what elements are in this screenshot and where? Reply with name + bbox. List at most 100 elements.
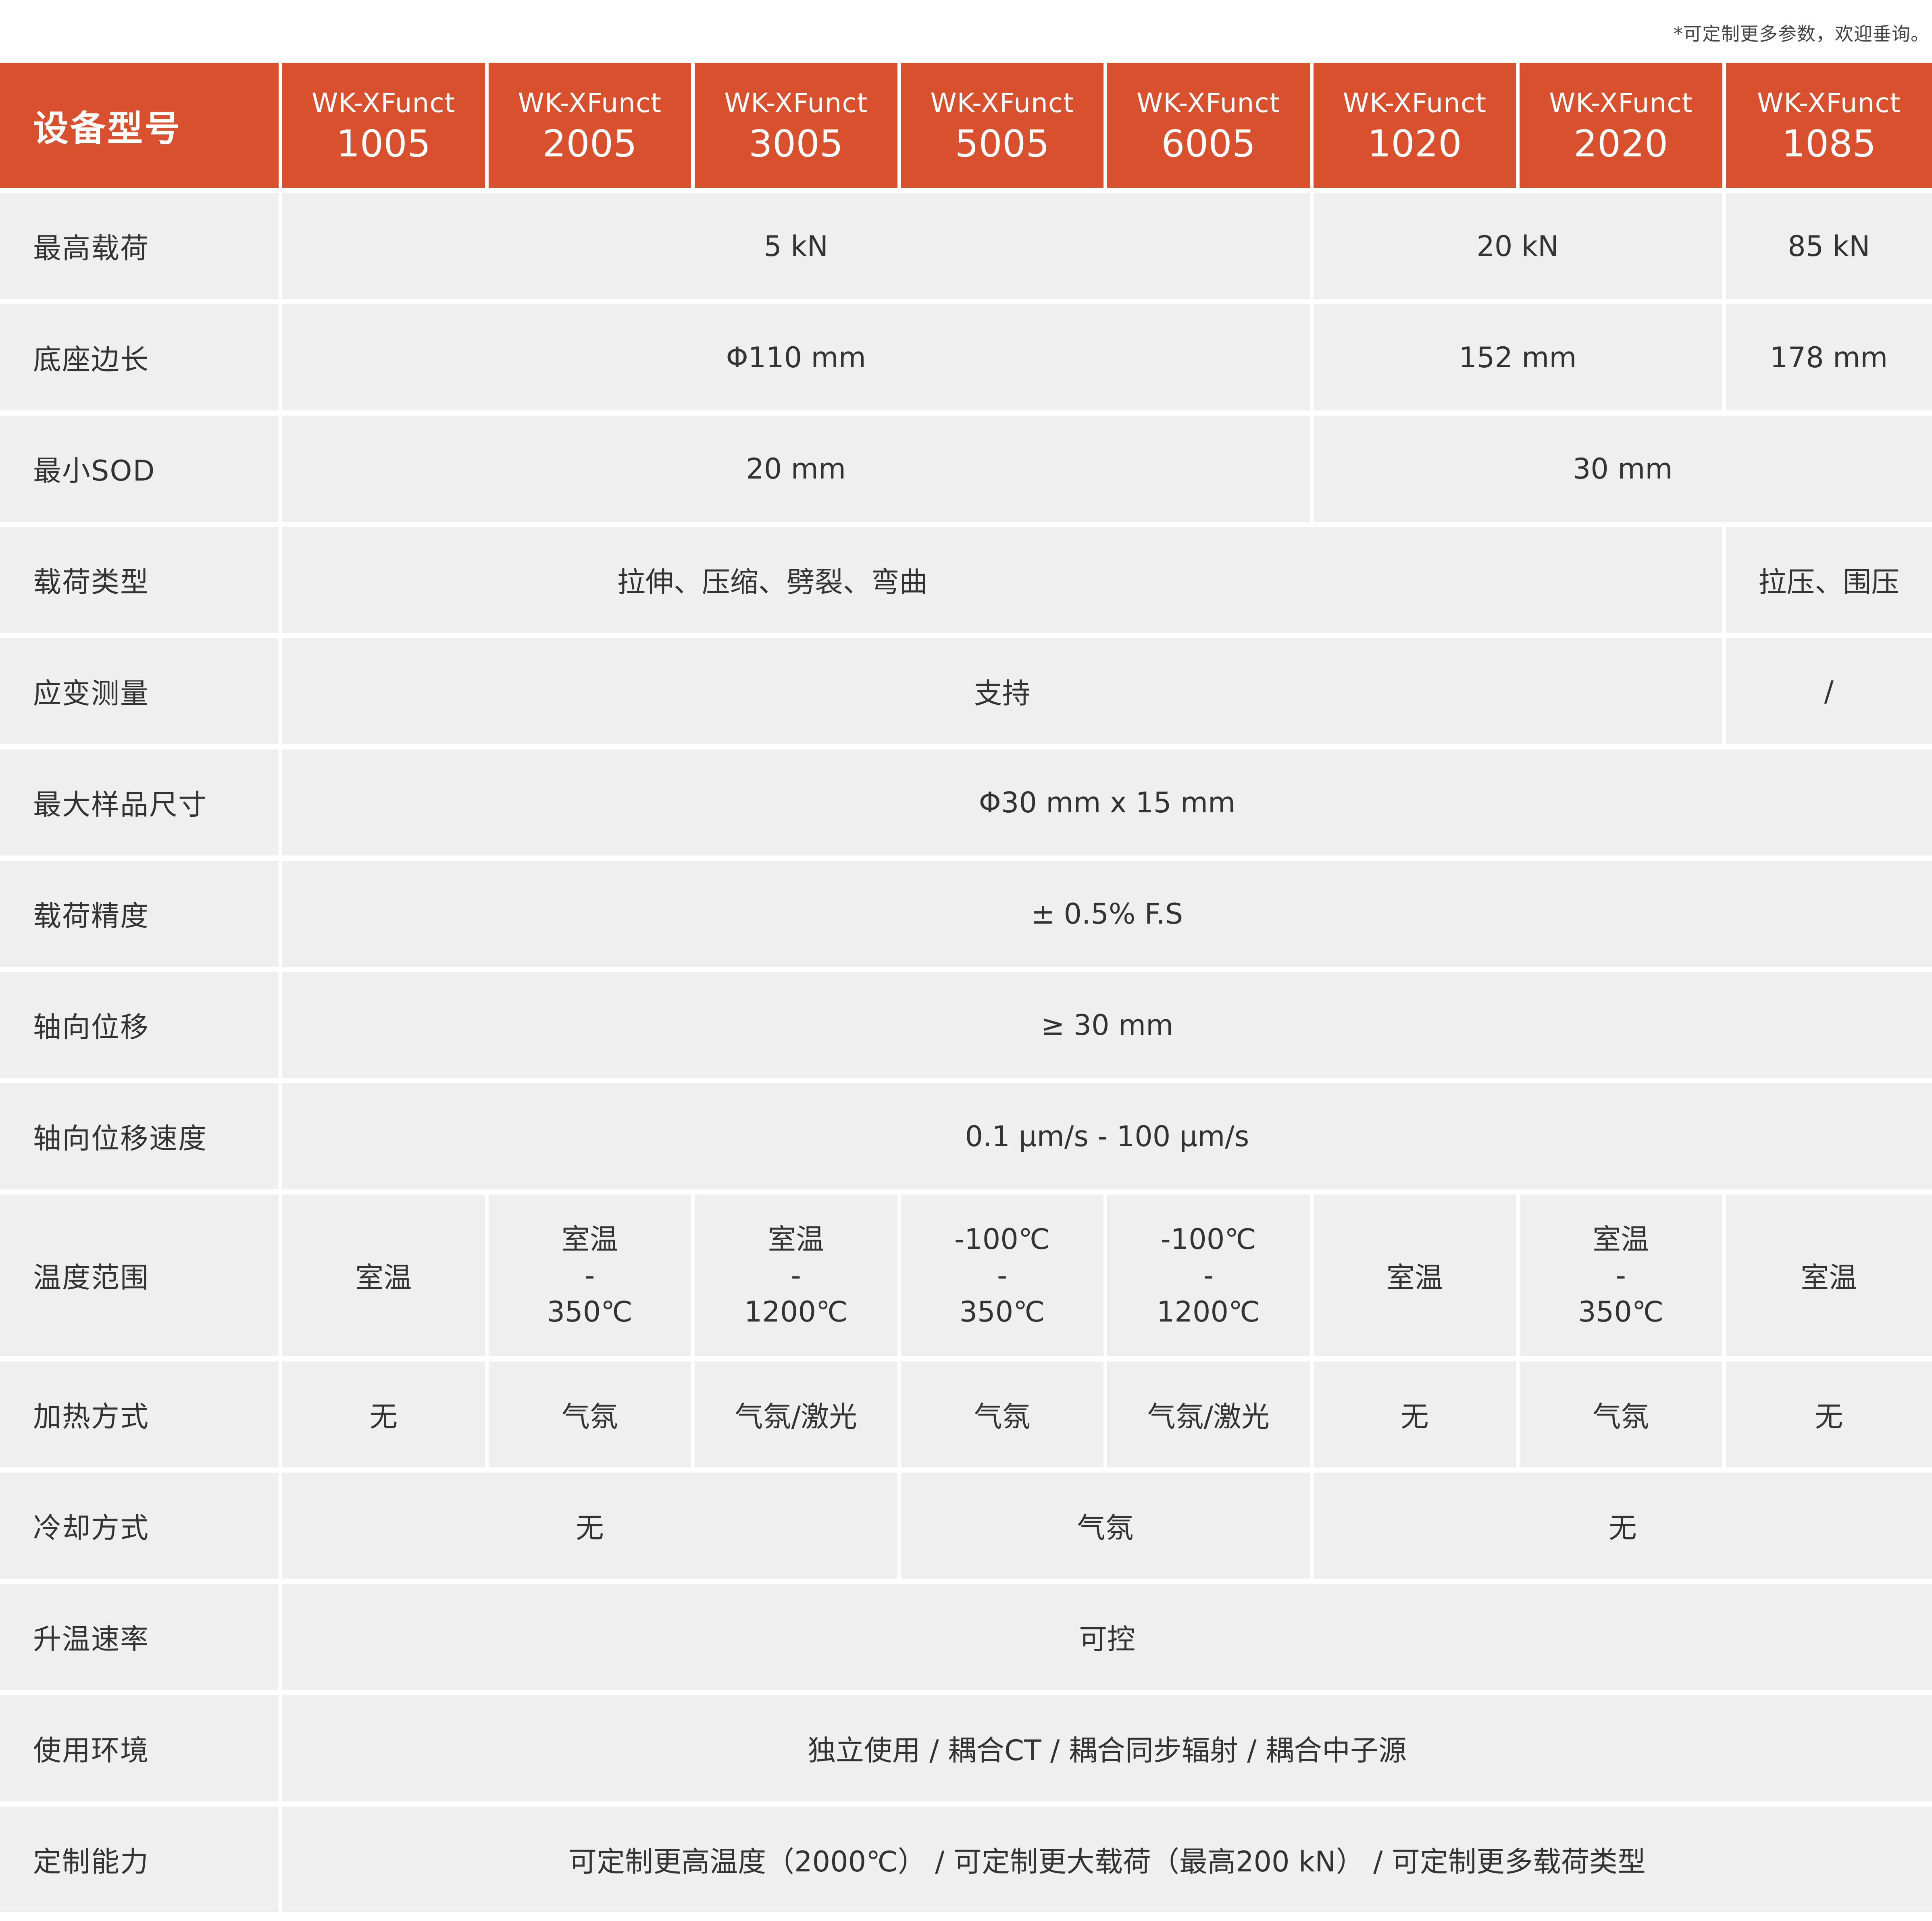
model-number: 6005	[1161, 122, 1256, 165]
row-cooling-method: 冷却方式 无 气氛 无	[0, 1473, 1932, 1584]
row-environment: 使用环境 独立使用 / 耦合CT / 耦合同步辐射 / 耦合中子源	[0, 1695, 1932, 1807]
row-label: 最大样品尺寸	[0, 749, 282, 861]
table-cell: 无	[1726, 1361, 1932, 1473]
row-strain: 应变测量 支持 /	[0, 638, 1932, 749]
row-min-sod: 最小SOD 20 mm 30 mm	[0, 416, 1932, 527]
row-max-sample: 最大样品尺寸 Φ30 mm x 15 mm	[0, 749, 1932, 861]
temp-dash: -	[791, 1259, 801, 1292]
temp-high: 350℃	[959, 1295, 1045, 1328]
table-cell: 气氛	[488, 1361, 695, 1473]
model-number: 1020	[1367, 122, 1462, 165]
table-cell: -100℃ - 350℃	[901, 1195, 1107, 1361]
model-header-3005: WK-XFunct 3005	[695, 63, 901, 193]
spec-table: 设备型号 WK-XFunct 1005 WK-XFunct 2005 WK-XFun…	[0, 63, 1932, 1912]
temp-low: -100℃	[1160, 1222, 1256, 1256]
model-prefix: WK-XFunct	[1549, 87, 1693, 119]
row-label: 应变测量	[0, 638, 282, 749]
row-label: 加热方式	[0, 1361, 282, 1473]
temp-dash: -	[1203, 1259, 1214, 1292]
model-number: 2020	[1574, 122, 1668, 165]
table-cell: 室温	[1313, 1195, 1520, 1361]
row-label: 温度范围	[0, 1195, 282, 1361]
temp-low: -100℃	[954, 1222, 1050, 1256]
temp-dash: -	[1616, 1259, 1626, 1292]
row-heating-rate: 升温速率 可控	[0, 1584, 1932, 1695]
table-cell: 0.1 μm/s - 100 μm/s	[282, 1083, 1932, 1195]
table-cell: 可控	[282, 1584, 1932, 1695]
model-number: 1005	[336, 122, 431, 165]
model-prefix: WK-XFunct	[518, 87, 662, 119]
table-cell: 无	[282, 1473, 901, 1584]
row-label: 轴向位移	[0, 972, 282, 1083]
table-cell: 5 kN	[282, 193, 1314, 304]
model-prefix: WK-XFunct	[1343, 87, 1487, 119]
row-label: 最小SOD	[0, 416, 282, 527]
model-header-5005: WK-XFunct 5005	[901, 63, 1107, 193]
temp-high: 350℃	[547, 1295, 633, 1328]
row-label: 轴向位移速度	[0, 1083, 282, 1195]
table-cell: 气氛/激光	[1107, 1361, 1314, 1473]
table-cell: ≥ 30 mm	[282, 972, 1932, 1083]
row-temperature-range: 温度范围 室温 室温 - 350℃ 室温 - 1200℃ -100℃ - 350…	[0, 1195, 1932, 1361]
table-cell: 气氛	[901, 1361, 1107, 1473]
model-number: 2005	[542, 122, 637, 165]
table-cell: 178 mm	[1726, 304, 1932, 416]
table-cell: 可定制更高温度（2000℃） / 可定制更大载荷（最高200 kN） / 可定制…	[282, 1807, 1932, 1912]
row-label: 定制能力	[0, 1807, 282, 1912]
table-cell: 20 kN	[1313, 193, 1726, 304]
model-number: 5005	[955, 122, 1049, 165]
table-cell: /	[1726, 638, 1932, 749]
table-cell: 无	[1313, 1361, 1520, 1473]
table-cell: -100℃ - 1200℃	[1107, 1195, 1314, 1361]
model-header-1005: WK-XFunct 1005	[282, 63, 489, 193]
temp-high: 1200℃	[1156, 1295, 1260, 1328]
temp-low: 室温	[561, 1222, 618, 1256]
temp-high: 350℃	[1578, 1295, 1664, 1328]
table-cell: Φ110 mm	[282, 304, 1314, 416]
row-label: 冷却方式	[0, 1473, 282, 1584]
custom-params-note: *可定制更多参数，欢迎垂询。	[1674, 23, 1930, 45]
row-label: 升温速率	[0, 1584, 282, 1695]
table-cell: 20 mm	[282, 416, 1314, 527]
row-axial-speed: 轴向位移速度 0.1 μm/s - 100 μm/s	[0, 1083, 1932, 1195]
temp-dash: -	[585, 1259, 595, 1292]
model-header-1020: WK-XFunct 1020	[1313, 63, 1520, 193]
model-prefix: WK-XFunct	[724, 87, 868, 119]
row-axial-displacement: 轴向位移 ≥ 30 mm	[0, 972, 1932, 1083]
table-cell: 独立使用 / 耦合CT / 耦合同步辐射 / 耦合中子源	[282, 1695, 1932, 1807]
table-cell: 室温 - 350℃	[488, 1195, 695, 1361]
table-cell: 无	[282, 1361, 489, 1473]
row-label: 载荷类型	[0, 527, 282, 638]
table-cell: 室温 - 1200℃	[695, 1195, 901, 1361]
table-cell: 室温	[282, 1195, 489, 1361]
row-heating-method: 加热方式 无 气氛 气氛/激光 气氛 气氛/激光 无 气氛 无	[0, 1361, 1932, 1473]
model-number: 1085	[1782, 122, 1876, 165]
table-cell: 气氛/激光	[695, 1361, 901, 1473]
model-prefix: WK-XFunct	[311, 87, 456, 119]
temp-low: 室温	[1593, 1222, 1649, 1256]
table-cell: 室温 - 350℃	[1520, 1195, 1726, 1361]
table-cell: 拉伸、压缩、劈裂、弯曲	[282, 527, 1726, 638]
header-row: 设备型号 WK-XFunct 1005 WK-XFunct 2005 WK-XFun…	[0, 63, 1932, 193]
row-label: 底座边长	[0, 304, 282, 416]
table-cell: Φ30 mm x 15 mm	[282, 749, 1932, 861]
row-max-load: 最高载荷 5 kN 20 kN 85 kN	[0, 193, 1932, 304]
table-cell: 室温	[1726, 1195, 1932, 1361]
model-header-1085: WK-XFunct 1085	[1726, 63, 1932, 193]
model-prefix: WK-XFunct	[1757, 87, 1901, 119]
model-prefix: WK-XFunct	[930, 87, 1074, 119]
row-load-accuracy: 载荷精度 ± 0.5% F.S	[0, 861, 1932, 972]
table-cell: 30 mm	[1313, 416, 1932, 527]
model-prefix: WK-XFunct	[1136, 87, 1280, 119]
row-base-side: 底座边长 Φ110 mm 152 mm 178 mm	[0, 304, 1932, 416]
row-label: 使用环境	[0, 1695, 282, 1807]
model-header-6005: WK-XFunct 6005	[1107, 63, 1314, 193]
header-label: 设备型号	[0, 63, 282, 193]
model-header-2020: WK-XFunct 2020	[1520, 63, 1726, 193]
row-label: 载荷精度	[0, 861, 282, 972]
row-customization: 定制能力 可定制更高温度（2000℃） / 可定制更大载荷（最高200 kN） …	[0, 1807, 1932, 1912]
row-label: 最高载荷	[0, 193, 282, 304]
table-cell: 支持	[282, 638, 1726, 749]
table-cell: 无	[1313, 1473, 1932, 1584]
row-load-type: 载荷类型 拉伸、压缩、劈裂、弯曲 拉压、围压	[0, 527, 1932, 638]
